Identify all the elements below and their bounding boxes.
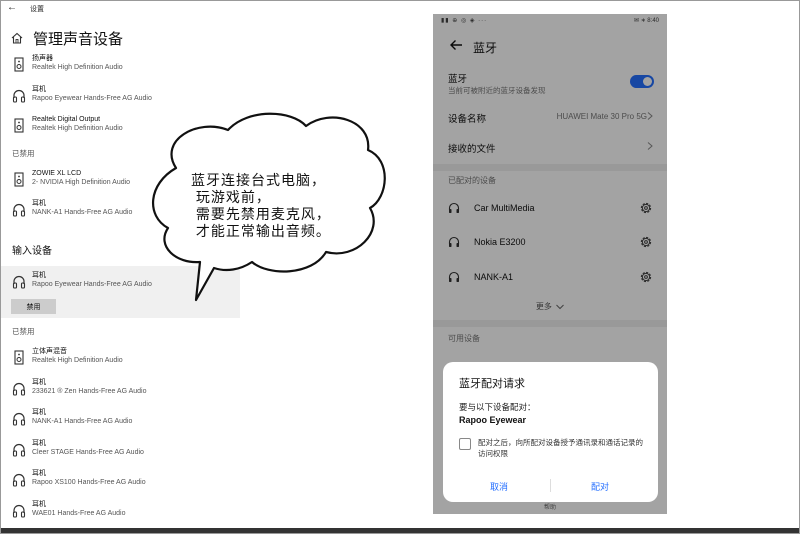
windows-settings-window: ← 设置 管理声音设备 扬声器 Realtek High Definition …	[0, 0, 400, 534]
back-arrow-icon[interactable]: ←	[7, 2, 17, 13]
disabled-section-label: 已禁用	[12, 149, 35, 158]
speaker-icon	[14, 172, 24, 187]
cancel-button[interactable]: 取消	[490, 480, 508, 493]
headphones-icon	[12, 473, 26, 487]
titlebar: ← 设置	[0, 0, 400, 18]
button-divider	[550, 479, 551, 492]
input-device-rapoo[interactable]: 耳机 Rapoo Eyewear Hands-Free AG Audio	[12, 271, 242, 297]
dialog-message: 要与以下设备配对：	[459, 402, 536, 412]
headphones-icon	[12, 504, 26, 518]
device-driver: Realtek High Definition Audio	[32, 357, 123, 364]
device-name: 耳机	[32, 470, 46, 477]
dialog-device-name: Rapoo Eyewear	[459, 415, 527, 425]
device-driver: Realtek High Definition Audio	[32, 64, 123, 71]
disabled-device-stereo-mix[interactable]: 立体声混音 Realtek High Definition Audio	[12, 347, 242, 373]
output-device-speaker[interactable]: 扬声器 Realtek High Definition Audio	[12, 54, 242, 80]
headphones-icon	[12, 89, 26, 103]
disabled-device-wae01[interactable]: 耳机 WAE01 Hands-Free AG Audio	[12, 500, 242, 526]
dialog-title: 蓝牙配对请求	[459, 378, 525, 390]
device-name: 耳机	[32, 272, 46, 279]
headphones-icon	[12, 203, 26, 217]
output-device-headphones[interactable]: 耳机 Rapoo Eyewear Hands-Free AG Audio	[12, 85, 242, 111]
speaker-icon	[14, 350, 24, 365]
device-name: 耳机	[32, 86, 46, 93]
titlebar-text: 设置	[30, 6, 44, 13]
disable-button[interactable]: 禁用	[11, 299, 56, 314]
headphones-icon	[12, 275, 26, 289]
device-driver: NANK-A1 Hands-Free AG Audio	[32, 418, 133, 425]
output-device-digital[interactable]: Realtek Digital Output Realtek High Defi…	[12, 115, 242, 141]
device-driver: 233621 ® Zen Hands-Free AG Audio	[32, 388, 147, 395]
pair-button[interactable]: 配对	[591, 480, 609, 493]
device-name: 耳机	[32, 501, 46, 508]
disabled-device-cleer[interactable]: 耳机 Cleer STAGE Hands-Free AG Audio	[12, 439, 242, 465]
disabled-device-nank-2[interactable]: 耳机 NANK-A1 Hands-Free AG Audio	[12, 408, 242, 434]
device-name: 耳机	[32, 200, 46, 207]
input-devices-heading: 输入设备	[12, 246, 52, 257]
bubble-annotation-text: 蓝牙连接台式电脑， 玩游戏前， 需要先禁用麦克风， 才能正常输出音频。	[191, 172, 331, 239]
device-driver: Rapoo XS100 Hands-Free AG Audio	[32, 479, 146, 486]
bottom-edge	[0, 528, 800, 534]
device-driver: NANK-A1 Hands-Free AG Audio	[32, 209, 133, 216]
headphones-icon	[12, 412, 26, 426]
pairing-dialog: 蓝牙配对请求 要与以下设备配对： Rapoo Eyewear 配对之后，向所配对…	[443, 362, 658, 502]
phone-screen: ▮▮ ⊕ ◎ ◈ ··· ✉ ∗ 8:40 蓝牙 蓝牙 当前可被附近的蓝牙设备发…	[433, 14, 667, 514]
device-name: 扬声器	[32, 55, 53, 62]
contacts-access-checkbox[interactable]	[459, 438, 471, 450]
device-driver: Rapoo Eyewear Hands-Free AG Audio	[32, 95, 152, 102]
disabled-section-label: 已禁用	[12, 327, 35, 336]
device-driver: 2- NVIDIA High Definition Audio	[32, 179, 131, 186]
device-name: Realtek Digital Output	[32, 116, 101, 123]
speaker-icon	[14, 57, 24, 72]
disabled-device-rapoo-xs100[interactable]: 耳机 Rapoo XS100 Hands-Free AG Audio	[12, 469, 242, 495]
device-driver: Realtek High Definition Audio	[32, 125, 123, 132]
home-icon	[11, 32, 23, 44]
device-driver: Cleer STAGE Hands-Free AG Audio	[32, 449, 144, 456]
device-driver: WAE01 Hands-Free AG Audio	[32, 510, 126, 517]
device-name: ZOWIE XL LCD	[32, 170, 82, 177]
contacts-access-note: 配对之后，向所配对设备授予通讯录和通话记录的访问权限	[478, 438, 643, 458]
device-name: 耳机	[32, 409, 46, 416]
disabled-device-zen[interactable]: 耳机 233621 ® Zen Hands-Free AG Audio	[12, 378, 242, 404]
page-header: 管理声音设备	[10, 27, 123, 49]
page-title: 管理声音设备	[33, 30, 124, 48]
headphones-icon	[12, 382, 26, 396]
device-name: 耳机	[32, 379, 46, 386]
device-name: 耳机	[32, 440, 46, 447]
speaker-icon	[14, 118, 24, 133]
headphones-icon	[12, 443, 26, 457]
device-name: 立体声混音	[32, 348, 67, 355]
device-driver: Rapoo Eyewear Hands-Free AG Audio	[32, 281, 152, 288]
